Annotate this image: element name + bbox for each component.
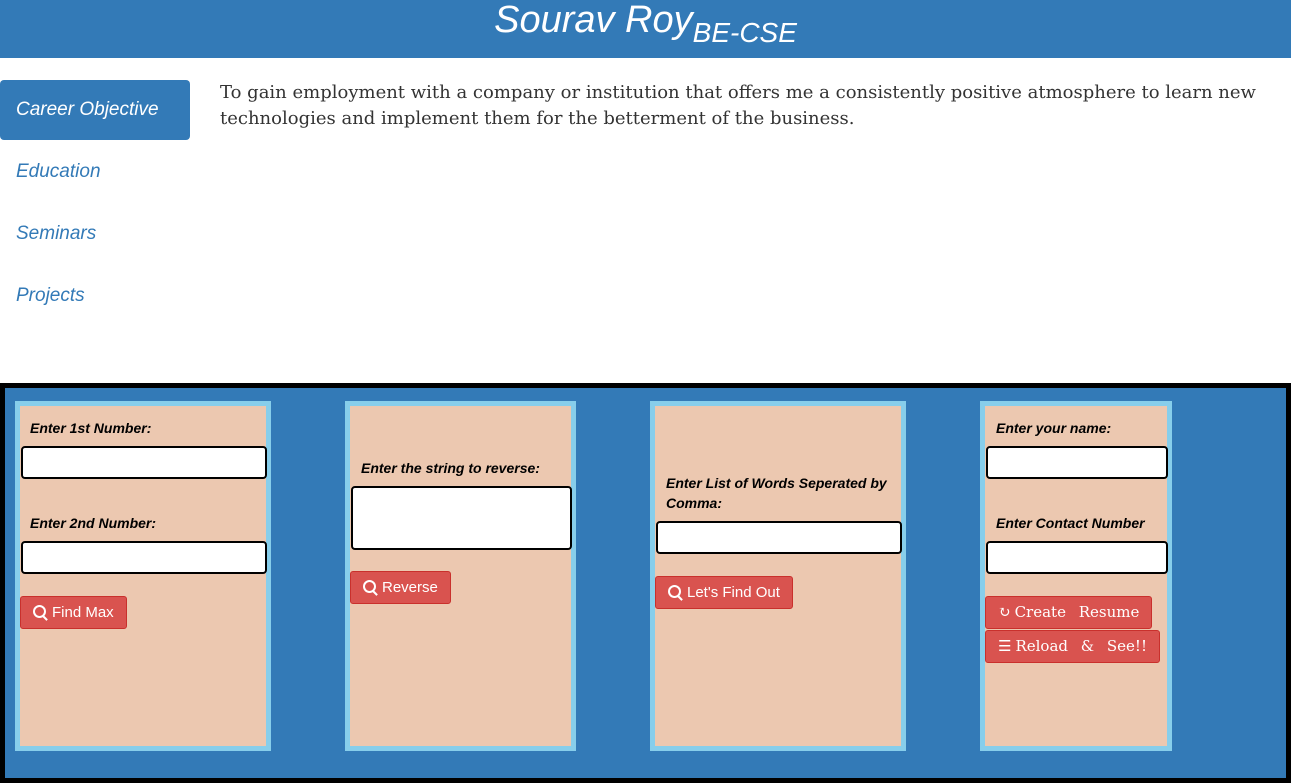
resume-card: Enter your name: Enter Contact Number ↻ C… <box>980 401 1172 751</box>
list-icon: ☰ <box>998 637 1012 655</box>
words-card: Enter List of Words Seperated by Comma: … <box>650 401 906 751</box>
page-header: Sourav RoyBE-CSE <box>0 0 1291 58</box>
contact-input[interactable] <box>986 541 1168 574</box>
create-resume-button[interactable]: ↻ Create Resume <box>985 596 1153 629</box>
nav-career-objective[interactable]: Career Objective <box>0 80 190 140</box>
header-name: Sourav Roy <box>494 0 693 41</box>
name-input[interactable] <box>986 446 1168 479</box>
reverse-button[interactable]: Reverse <box>350 571 451 604</box>
reload-see-button[interactable]: ☰ Reload & See!! <box>985 630 1160 663</box>
nav-education[interactable]: Education <box>0 142 190 202</box>
words-input[interactable] <box>656 521 902 554</box>
second-number-label: Enter 2nd Number: <box>30 515 157 531</box>
career-objective-text: To gain employment with a company or ins… <box>220 82 1256 129</box>
contact-label: Enter Contact Number <box>996 515 1145 531</box>
nav-projects[interactable]: Projects <box>0 266 190 326</box>
reverse-button-label: Reverse <box>382 579 438 596</box>
find-max-button[interactable]: Find Max <box>20 596 127 629</box>
nav-seminars[interactable]: Seminars <box>0 204 190 264</box>
sidebar-nav: Career Objective Education Seminars Proj… <box>0 80 190 328</box>
tools-panel: Enter 1st Number: Enter 2nd Number: Find… <box>0 383 1291 783</box>
lets-find-out-label: Let's Find Out <box>687 584 780 601</box>
reload-see-label: Reload & See!! <box>1015 637 1147 655</box>
search-icon <box>363 580 376 593</box>
first-number-input[interactable] <box>21 446 267 479</box>
first-number-label: Enter 1st Number: <box>30 420 152 436</box>
refresh-icon: ↻ <box>998 603 1011 621</box>
reverse-label: Enter the string to reverse: <box>361 460 540 476</box>
header-degree: BE-CSE <box>692 17 797 48</box>
find-max-label: Find Max <box>52 604 114 621</box>
create-resume-label: Create Resume <box>1014 603 1140 621</box>
find-max-card: Enter 1st Number: Enter 2nd Number: Find… <box>15 401 271 751</box>
reverse-card: Enter the string to reverse: Reverse <box>345 401 576 751</box>
search-icon <box>668 585 681 598</box>
name-label: Enter your name: <box>996 420 1112 436</box>
reverse-string-input[interactable] <box>351 486 572 550</box>
second-number-input[interactable] <box>21 541 267 574</box>
lets-find-out-button[interactable]: Let's Find Out <box>655 576 793 609</box>
words-label: Enter List of Words Seperated by Comma: <box>666 475 887 511</box>
search-icon <box>33 605 46 618</box>
